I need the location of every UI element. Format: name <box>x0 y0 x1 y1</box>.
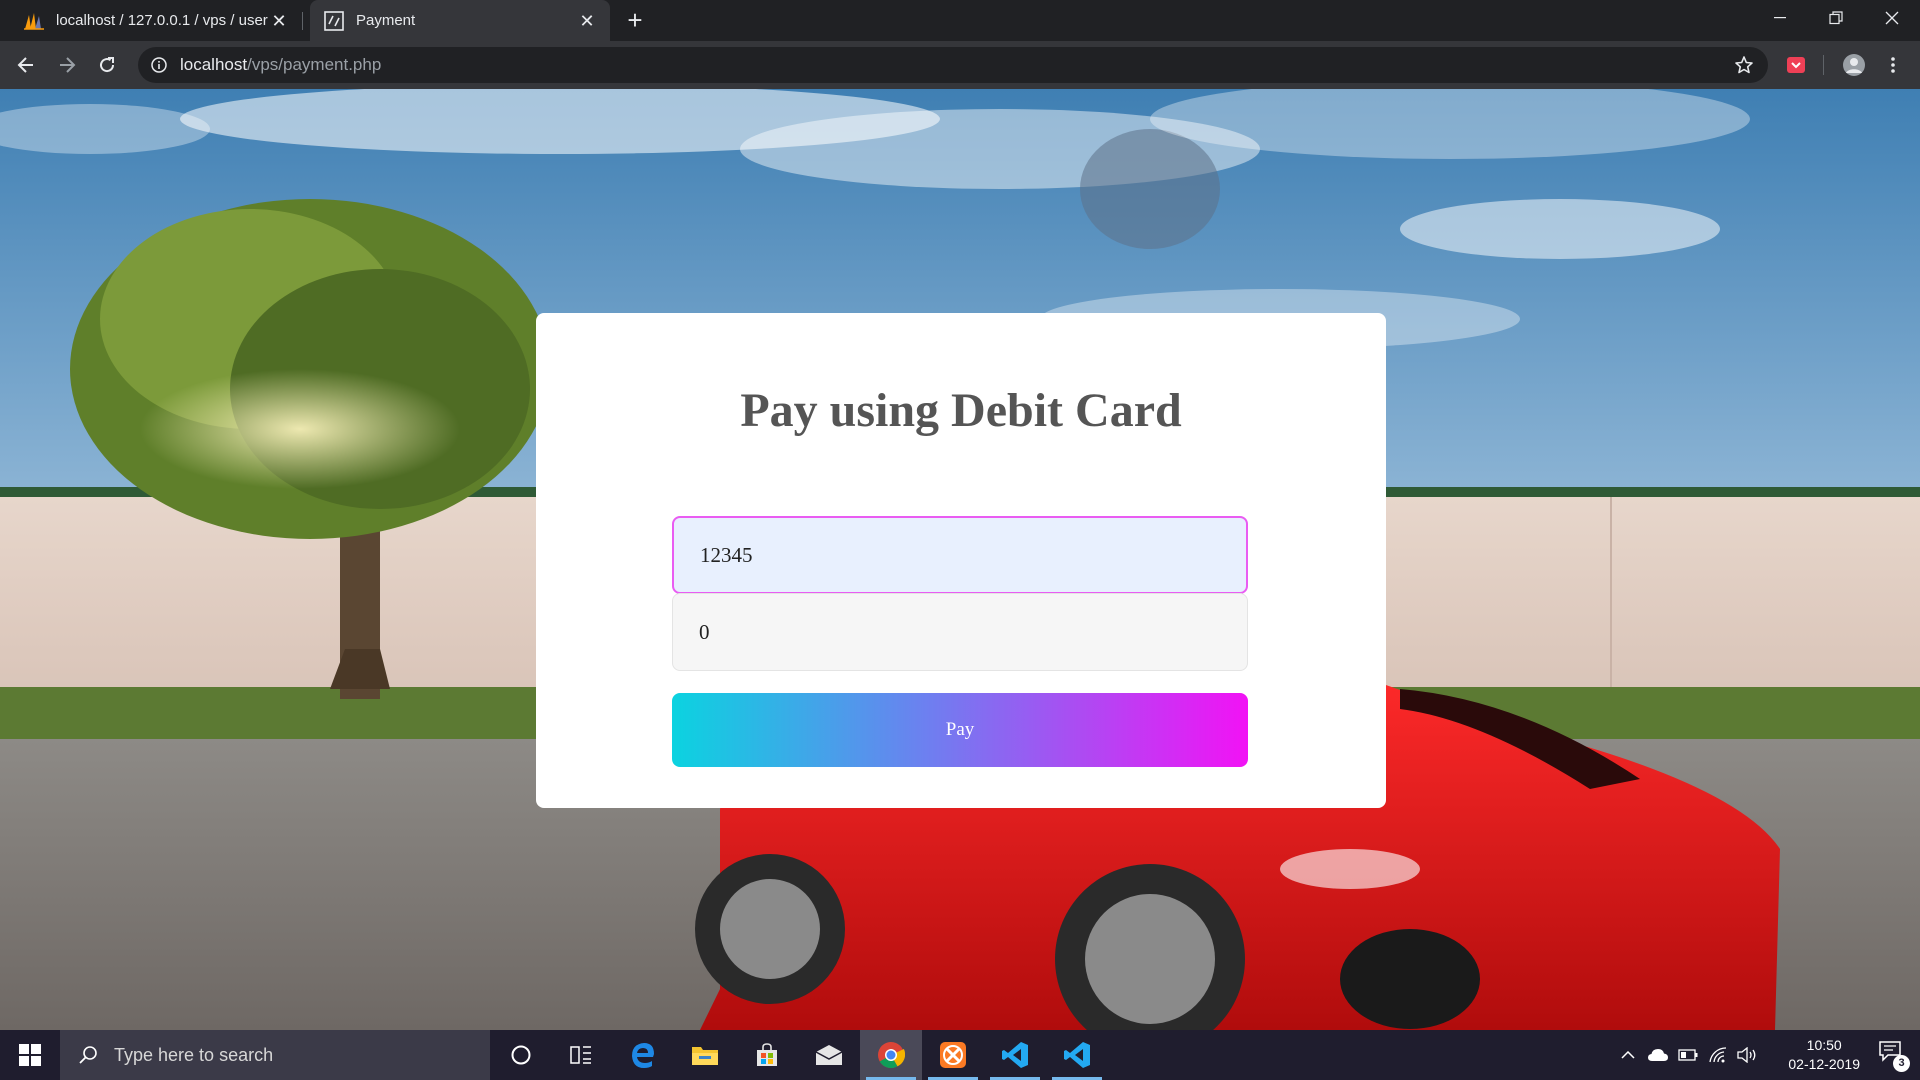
tab-close-icon[interactable]: ✕ <box>576 10 598 32</box>
browser-toolbar: localhost/vps/payment.php <box>0 41 1920 89</box>
battery-icon[interactable] <box>1674 1030 1702 1080</box>
card-number-input[interactable] <box>672 516 1248 594</box>
xampp-icon[interactable] <box>922 1030 984 1080</box>
forward-arrow-icon <box>60 57 76 73</box>
start-button[interactable] <box>0 1030 60 1080</box>
url-host: localhost <box>180 55 248 74</box>
tab-phpmyadmin[interactable]: localhost / 127.0.0.1 / vps / user ✕ <box>0 0 302 41</box>
clock-date: 02-12-2019 <box>1788 1056 1860 1072</box>
taskbar: Type here to search 10:50 02-12-2019 3 <box>0 1030 1920 1080</box>
taskbar-search[interactable]: Type here to search <box>60 1030 490 1080</box>
vscode-icon[interactable] <box>984 1030 1046 1080</box>
info-icon[interactable] <box>150 56 168 74</box>
pin-input[interactable] <box>672 593 1248 671</box>
url-text: localhost/vps/payment.php <box>180 55 381 75</box>
tab-title: localhost / 127.0.0.1 / vps / user <box>56 12 268 29</box>
pocket-extension-icon[interactable] <box>1780 49 1812 81</box>
wifi-icon[interactable] <box>1704 1030 1732 1080</box>
vscode-icon[interactable] <box>1046 1030 1108 1080</box>
payment-card: Pay using Debit Card Pay <box>536 313 1386 808</box>
onedrive-icon[interactable] <box>1644 1030 1672 1080</box>
address-bar[interactable]: localhost/vps/payment.php <box>138 47 1768 83</box>
search-placeholder: Type here to search <box>114 1044 274 1065</box>
windows-logo-icon <box>19 1044 41 1066</box>
payment-site-icon <box>324 10 344 31</box>
phpmyadmin-icon <box>24 11 44 31</box>
chrome-icon[interactable] <box>860 1030 922 1080</box>
volume-icon[interactable] <box>1733 1030 1761 1080</box>
tab-close-icon[interactable]: ✕ <box>268 10 290 32</box>
page-viewport: Pay using Debit Card Pay <box>0 89 1920 1030</box>
toolbar-divider <box>1823 55 1824 75</box>
cortana-icon[interactable] <box>490 1030 552 1080</box>
restore-button[interactable] <box>1808 0 1864 36</box>
pay-button[interactable]: Pay <box>672 693 1248 767</box>
close-window-button[interactable] <box>1864 0 1920 36</box>
taskbar-clock[interactable]: 10:50 02-12-2019 <box>1788 1036 1860 1074</box>
bookmark-star-icon[interactable] <box>1734 55 1754 75</box>
mail-icon[interactable] <box>798 1030 860 1080</box>
minimize-button[interactable] <box>1752 0 1808 36</box>
profile-avatar[interactable] <box>1838 49 1870 81</box>
url-path: /vps/payment.php <box>247 55 382 74</box>
search-icon <box>76 1043 100 1067</box>
store-icon[interactable] <box>736 1030 798 1080</box>
tab-payment[interactable]: Payment ✕ <box>310 0 610 41</box>
back-arrow-icon <box>17 57 33 73</box>
tab-title: Payment <box>356 12 416 29</box>
edge-icon[interactable] <box>612 1030 674 1080</box>
notification-center-icon[interactable]: 3 <box>1878 1040 1910 1072</box>
back-button[interactable] <box>10 49 42 81</box>
task-view-icon[interactable] <box>550 1030 612 1080</box>
reload-icon <box>100 57 115 73</box>
tab-strip: localhost / 127.0.0.1 / vps / user ✕ Pay… <box>0 0 1920 41</box>
tab-divider <box>302 12 303 30</box>
reload-button[interactable] <box>91 49 123 81</box>
forward-button[interactable] <box>51 49 83 81</box>
page-title: Pay using Debit Card <box>740 384 1182 437</box>
file-explorer-icon[interactable] <box>674 1030 736 1080</box>
notification-badge: 3 <box>1893 1055 1910 1072</box>
menu-kebab-icon[interactable] <box>1877 49 1909 81</box>
clock-time: 10:50 <box>1806 1037 1842 1053</box>
new-tab-button[interactable]: + <box>620 6 650 36</box>
chevron-up-icon[interactable] <box>1616 1030 1640 1080</box>
